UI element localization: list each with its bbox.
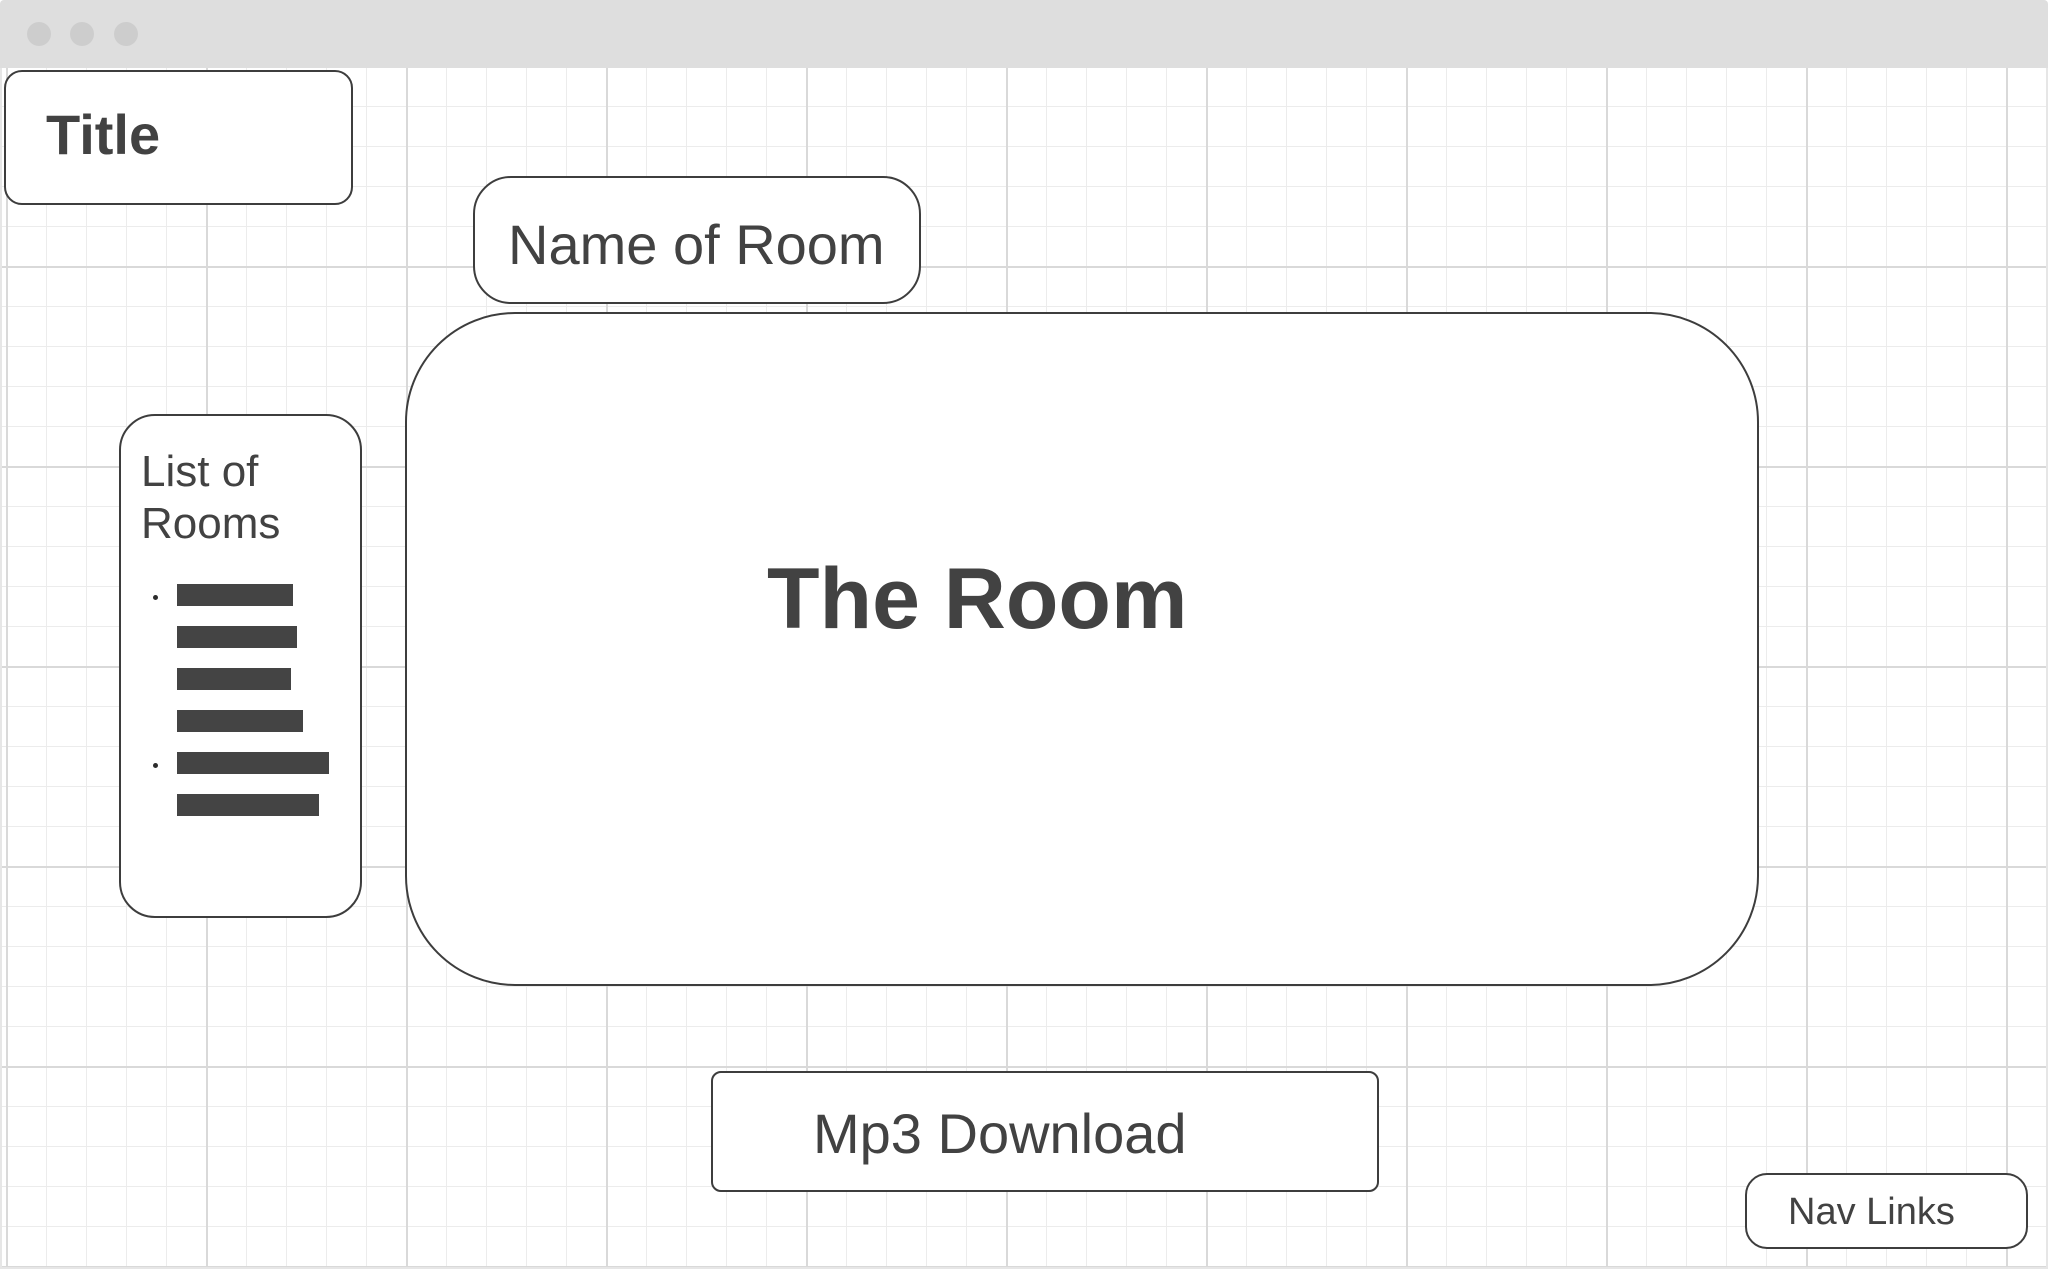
site-title-box: Title [4,70,353,205]
placeholder-line [177,752,329,774]
window-close-control[interactable] [27,22,51,46]
window-titlebar [0,0,2048,68]
mp3-download-label: Mp3 Download [813,1102,1187,1165]
room-list-panel: List of Rooms [119,414,362,918]
room-name-box: Name of Room [473,176,921,304]
nav-links-label: Nav Links [1788,1191,1955,1233]
room-content-area: The Room [405,312,1759,986]
window-maximize-control[interactable] [114,22,138,46]
room-content-label: The Room [767,551,1188,647]
placeholder-line [177,626,297,648]
room-name-label: Name of Room [508,213,885,276]
nav-links-button[interactable]: Nav Links [1745,1173,2028,1249]
placeholder-line [177,794,319,816]
placeholder-line [177,668,291,690]
site-title: Title [46,103,161,166]
mp3-download-button[interactable]: Mp3 Download [711,1071,1379,1192]
placeholder-line [177,710,303,732]
bullet-icon [153,763,158,768]
bullet-icon [153,595,158,600]
app-window: Title Name of Room List of Rooms The Roo… [0,0,2048,1269]
placeholder-line [177,584,293,606]
window-minimize-control[interactable] [70,22,94,46]
room-list-heading: List of Rooms [141,447,281,548]
